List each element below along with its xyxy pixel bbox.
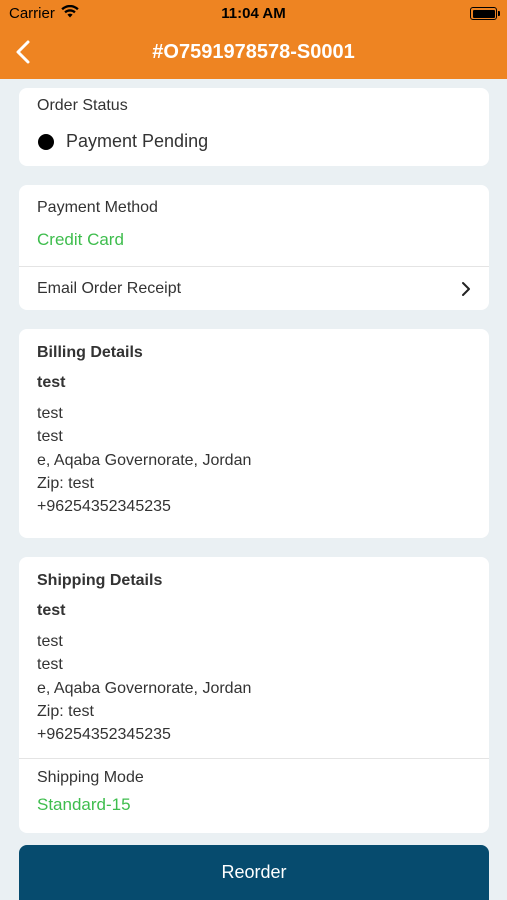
address-line: test (37, 428, 63, 446)
zip-line: Zip: test (37, 702, 94, 720)
order-status-card: Order Status Payment Pending (19, 88, 489, 166)
shipping-name: test (37, 602, 66, 619)
email-receipt-label: Email Order Receipt (37, 280, 182, 297)
shipping-address: test test e, Aqaba Governorate, Jordan Z… (37, 630, 251, 746)
status-dot-icon (38, 133, 54, 150)
shipping-title: Shipping Details (37, 572, 163, 589)
payment-method-label: Payment Method (37, 199, 158, 216)
billing-details-card: Billing Details test test test e, Aqaba … (19, 329, 489, 538)
chevron-right-icon (461, 281, 471, 302)
order-status-label: Order Status (37, 97, 128, 114)
phone-line: +96254352345235 (37, 498, 171, 516)
order-status-row: Payment Pending (38, 131, 208, 152)
divider (19, 758, 489, 759)
address-line: e, Aqaba Governorate, Jordan (37, 451, 252, 469)
address-line: test (37, 656, 63, 674)
billing-address: test test e, Aqaba Governorate, Jordan Z… (37, 402, 251, 518)
phone-line: +96254352345235 (37, 726, 171, 744)
address-line: e, Aqaba Governorate, Jordan (37, 679, 252, 697)
address-line: test (37, 405, 63, 422)
payment-method-value: Credit Card (37, 230, 124, 249)
zip-line: Zip: test (37, 474, 94, 492)
billing-title: Billing Details (37, 344, 143, 361)
shipping-mode-value: Standard-15 (37, 795, 131, 814)
shipping-mode-label: Shipping Mode (37, 769, 144, 786)
clock: 11:04 AM (221, 5, 286, 22)
shipping-details-card: Shipping Details test test test e, Aqaba… (19, 557, 489, 833)
status-bar: Carrier 11:04 AM (0, 0, 507, 28)
address-line: test (37, 633, 63, 650)
email-receipt-row[interactable]: Email Order Receipt (19, 267, 489, 310)
billing-name: test (37, 374, 66, 391)
battery-icon (470, 7, 500, 20)
reorder-button[interactable]: Reorder (19, 845, 489, 900)
page-title: #O7591978578-S0001 (152, 41, 355, 63)
order-status-value: Payment Pending (66, 131, 209, 151)
payment-card: Payment Method Credit Card Email Order R… (19, 185, 489, 310)
